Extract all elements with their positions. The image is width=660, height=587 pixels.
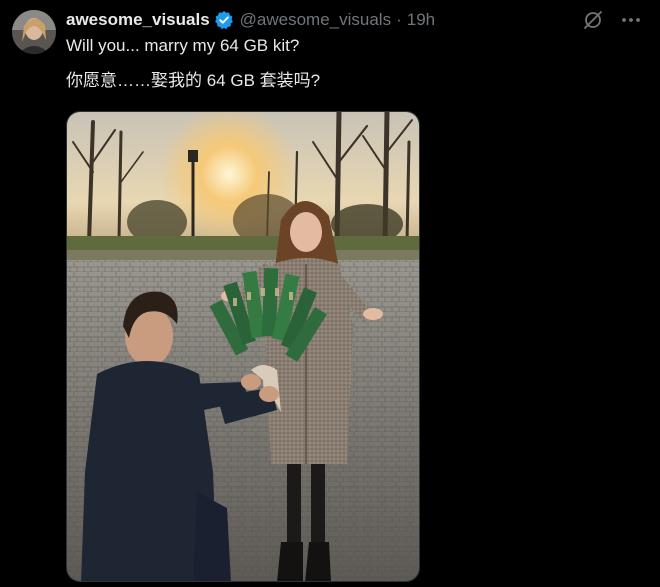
tweet-card: awesome_visuals @awesome_visuals · 19h W xyxy=(0,0,660,587)
separator-dot: · xyxy=(396,10,402,29)
tweet-header-actions xyxy=(582,9,642,31)
tweet-text-line-2: 你愿意……娶我的 64 GB 套装吗? xyxy=(66,71,321,90)
grok-icon[interactable] xyxy=(582,9,604,31)
author-display-name[interactable]: awesome_visuals xyxy=(66,10,210,30)
tweet-header: awesome_visuals @awesome_visuals · 19h xyxy=(66,9,435,31)
author-avatar[interactable] xyxy=(12,10,56,54)
user-avatar-icon xyxy=(12,10,56,54)
proposal-photo-icon xyxy=(67,112,419,581)
tweet-media-photo[interactable] xyxy=(66,111,420,582)
more-options-icon[interactable] xyxy=(620,9,642,31)
tweet-text-line-1: Will you... marry my 64 GB kit? xyxy=(66,36,300,55)
tweet-timestamp[interactable]: 19h xyxy=(407,10,435,30)
verified-badge-icon xyxy=(214,10,234,30)
author-handle[interactable]: @awesome_visuals xyxy=(240,10,391,30)
